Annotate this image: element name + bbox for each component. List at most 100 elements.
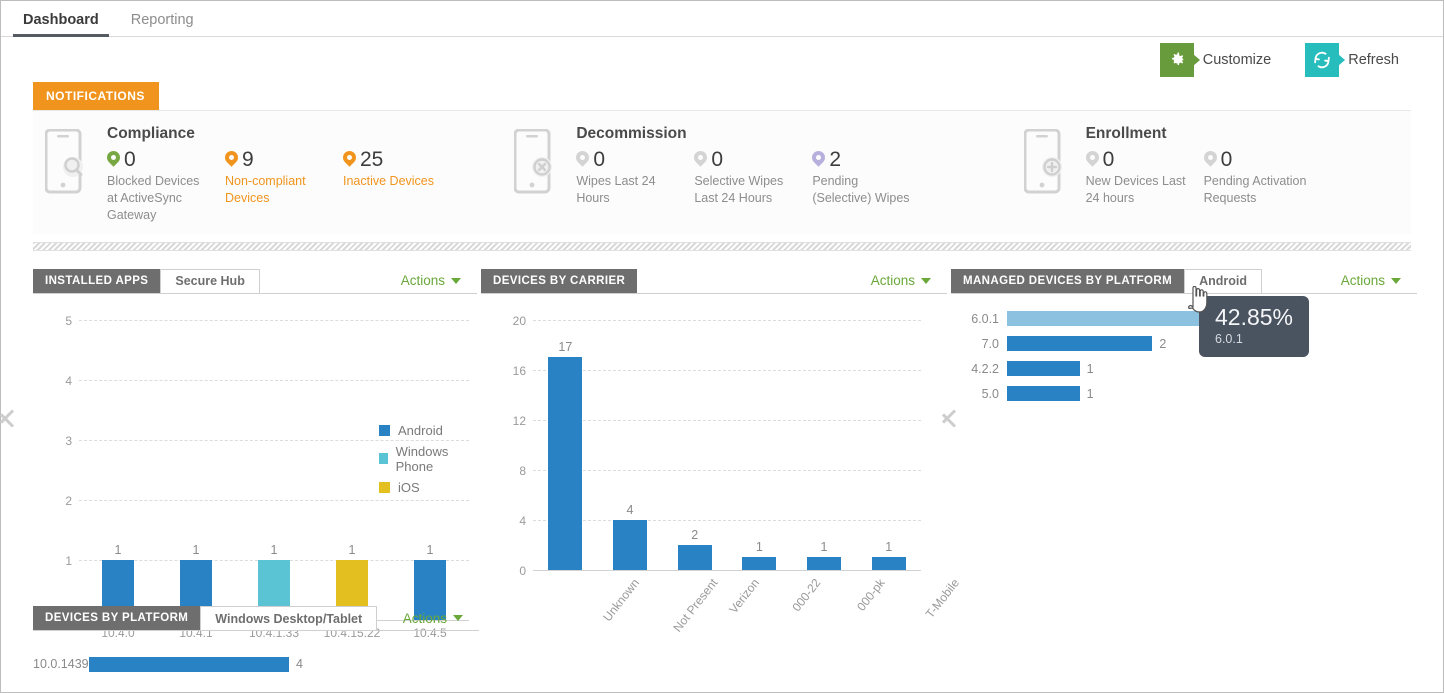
chart-bar-row[interactable]: 4.2.21 [951, 358, 1417, 380]
stat-label: Inactive Devices [343, 173, 434, 190]
pin-icon [694, 151, 707, 168]
devices-by-platform-chart: 10.0.14393.04 [33, 631, 479, 675]
installed-apps-chart: 0123451111110.4.010.4.110.4.1.3310.4.15.… [79, 320, 469, 620]
phone-search-icon [45, 125, 93, 224]
panel-devices-by-platform: DEVICES BY PLATFORM Windows Desktop/Tabl… [33, 606, 479, 678]
pin-icon [343, 151, 356, 168]
phone-plus-icon [1024, 125, 1072, 224]
installed-apps-header: INSTALLED APPS Secure Hub Actions [33, 269, 477, 294]
chart-bar-row[interactable]: 10.0.14393.04 [33, 653, 479, 675]
chart-bar[interactable] [1007, 311, 1225, 326]
stat-blocked-devices[interactable]: 0 Blocked Devices at ActiveSync Gateway [107, 149, 225, 224]
chart-bar-group[interactable]: 2 [662, 320, 727, 570]
chart-bar[interactable] [872, 557, 906, 570]
chart-bar[interactable] [807, 557, 841, 570]
managed-devices-prev-button[interactable] [951, 399, 973, 435]
legend-label: Windows Phone [396, 444, 469, 474]
stat-non-compliant-devices[interactable]: 9 Non-compliant Devices [225, 149, 343, 224]
chart-bar[interactable] [548, 357, 582, 570]
devices-by-platform-title: DEVICES BY PLATFORM [33, 606, 200, 630]
chart-bar-value: 17 [558, 340, 572, 354]
chart-bar-value: 1 [821, 540, 828, 554]
chart-bar-group[interactable]: 1 [157, 320, 235, 620]
devices-by-carrier-actions-button[interactable]: Actions [871, 269, 947, 293]
chart-bar-value: 1 [427, 543, 434, 557]
panel-installed-apps: INSTALLED APPS Secure Hub Actions 012345… [1, 269, 477, 620]
stat-pending-activation-requests[interactable]: 0 Pending Activation Requests [1204, 149, 1322, 207]
chart-bar-group[interactable]: 1 [235, 320, 313, 620]
notification-group-enrollment: Enrollment 0 New Devices Last 24 hours 0 [1012, 125, 1411, 224]
chart-bar-group[interactable]: 1 [79, 320, 157, 620]
devices-by-platform-actions-button[interactable]: Actions [403, 606, 479, 630]
chart-bar-group[interactable]: 4 [598, 320, 663, 570]
y-axis-tick-label: 0 [519, 564, 526, 578]
stat-value: 0 [124, 149, 136, 170]
notifications-tab[interactable]: NOTIFICATIONS [33, 82, 159, 110]
refresh-button[interactable]: Refresh [1305, 43, 1399, 77]
customize-button[interactable]: Customize [1160, 43, 1272, 77]
managed-devices-header: MANAGED DEVICES BY PLATFORM Android Acti… [951, 269, 1417, 294]
chart-bar[interactable] [89, 657, 289, 672]
phone-x-icon [514, 125, 562, 224]
chart-bar-group[interactable]: 1 [727, 320, 792, 570]
installed-apps-subtitle[interactable]: Secure Hub [160, 269, 259, 293]
chart-bar-label: 10.0.14393.0 [33, 657, 89, 671]
chart-bar-value: 1 [193, 543, 200, 557]
installed-apps-prev-button[interactable] [9, 399, 31, 435]
chart-bar[interactable] [1007, 336, 1152, 351]
chart-axis-line: 0 [533, 570, 921, 571]
tab-reporting[interactable]: Reporting [121, 13, 216, 37]
devices-by-carrier-chart: 0481216201742111UnknownNot PresentVerizo… [533, 320, 921, 570]
stat-value: 0 [1103, 149, 1115, 170]
legend-item[interactable]: Windows Phone [379, 444, 469, 474]
chart-bar[interactable] [742, 557, 776, 570]
enrollment-title: Enrollment [1086, 125, 1411, 143]
chart-bar-row[interactable]: 5.01 [951, 383, 1417, 405]
legend-item[interactable]: Android [379, 423, 469, 438]
stat-new-devices[interactable]: 0 New Devices Last 24 hours [1086, 149, 1204, 207]
pin-icon [107, 151, 120, 168]
main-tabbar: Dashboard Reporting [1, 1, 1443, 37]
stat-selective-wipes-last-24-hours[interactable]: 0 Selective Wipes Last 24 Hours [694, 149, 812, 207]
chart-bar[interactable] [613, 520, 647, 570]
chart-bar-value: 2 [691, 528, 698, 542]
legend-swatch [379, 453, 388, 464]
chart-bar[interactable] [1007, 386, 1080, 401]
chart-bar-row[interactable]: 7.02 [951, 333, 1417, 355]
chart-bar-value: 1 [349, 543, 356, 557]
x-axis-tick-label: 000-22 [790, 576, 824, 614]
legend-item[interactable]: iOS [379, 480, 469, 495]
devices-by-platform-subtitle[interactable]: Windows Desktop/Tablet [200, 606, 377, 630]
legend-label: iOS [398, 480, 420, 495]
chart-bar-row[interactable]: 6.0.13 [951, 308, 1417, 330]
managed-devices-subtitle[interactable]: Android [1184, 269, 1262, 293]
pin-icon [576, 151, 589, 168]
chart-bar-group[interactable]: 1 [856, 320, 921, 570]
stat-pending-selective-wipes[interactable]: 2 Pending (Selective) Wipes [812, 149, 930, 207]
legend-swatch [379, 425, 390, 436]
managed-devices-actions-button[interactable]: Actions [1341, 269, 1417, 293]
chart-bar-group[interactable]: 17 [533, 320, 598, 570]
chart-bar-value: 1 [756, 540, 763, 554]
chart-bar[interactable] [1007, 361, 1080, 376]
chart-bar-value: 1 [115, 543, 122, 557]
installed-apps-actions-button[interactable]: Actions [401, 269, 477, 293]
refresh-icon [1305, 43, 1339, 77]
notification-group-decommission: Decommission 0 Wipes Last 24 Hours 0 [502, 125, 1011, 224]
y-axis-tick-label: 16 [513, 364, 526, 378]
chevron-down-icon [451, 278, 461, 284]
chart-bar-label: 4.2.2 [951, 362, 1007, 376]
y-axis-tick-label: 1 [65, 554, 72, 568]
stat-label: New Devices Last 24 hours [1086, 173, 1190, 207]
stat-wipes-last-24-hours[interactable]: 0 Wipes Last 24 Hours [576, 149, 694, 207]
widgets-area: INSTALLED APPS Secure Hub Actions 012345… [1, 251, 1443, 620]
compliance-title: Compliance [107, 125, 502, 143]
y-axis-tick-label: 4 [519, 514, 526, 528]
managed-devices-chart: 6.0.13 7.02 4.2.21 5.01 [951, 294, 1417, 405]
tab-dashboard[interactable]: Dashboard [13, 13, 121, 37]
stat-inactive-devices[interactable]: 25 Inactive Devices [343, 149, 448, 224]
chart-bar[interactable] [678, 545, 712, 570]
panel-resize-handle[interactable] [33, 242, 1411, 251]
x-axis-tick-label: Verizon [726, 576, 762, 616]
chart-bar-group[interactable]: 1 [792, 320, 857, 570]
